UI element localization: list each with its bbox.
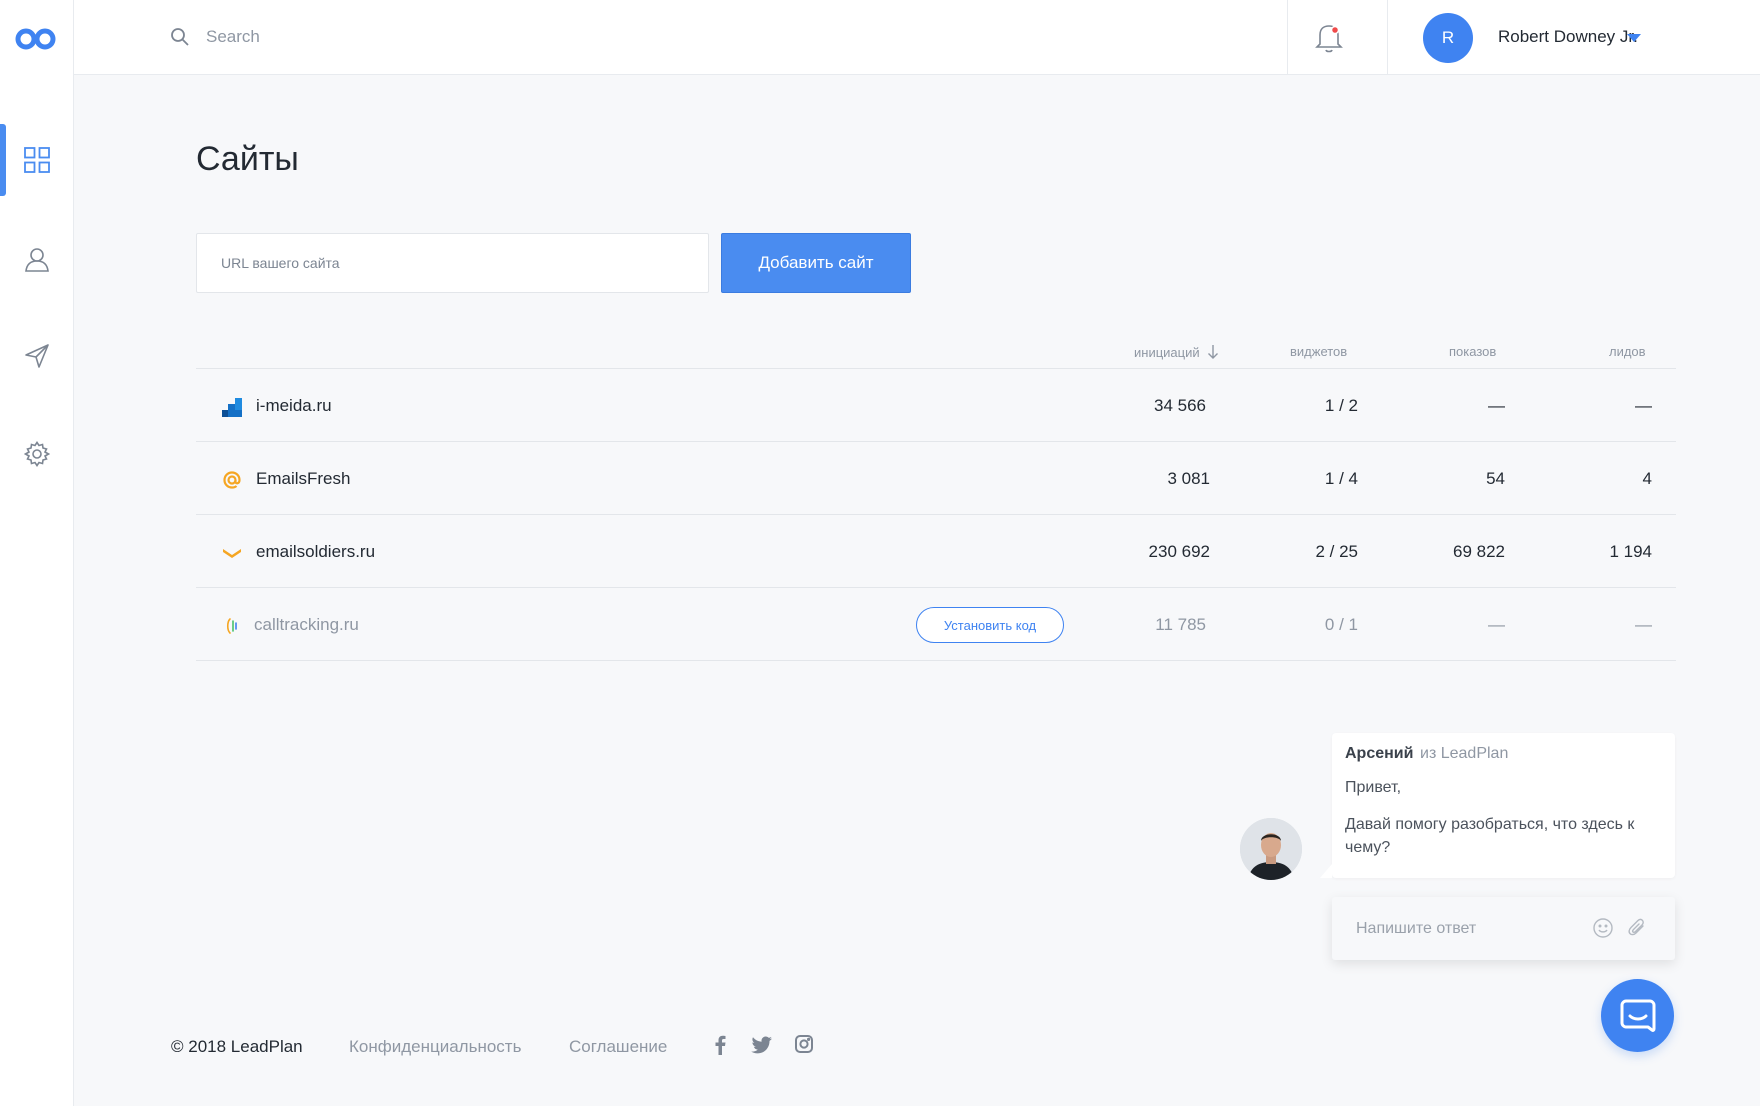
- leads-value: —: [1635, 615, 1652, 634]
- sidebar-item-users[interactable]: [0, 223, 74, 295]
- header-divider: [1287, 0, 1288, 75]
- chat-message-text: Давай помогу разобраться, что здесь к че…: [1345, 816, 1635, 856]
- shows-value: 69 822: [1453, 542, 1505, 561]
- shows-value: —: [1488, 396, 1505, 415]
- emoji-icon[interactable]: [1592, 917, 1614, 939]
- chat-launcher-button[interactable]: [1601, 979, 1674, 1052]
- chat-bubble-icon: [1620, 999, 1655, 1032]
- site-name[interactable]: EmailsFresh: [256, 469, 350, 489]
- column-label: инициаций: [1134, 345, 1200, 360]
- initiations-value: 3 081: [1167, 469, 1210, 488]
- site-name[interactable]: calltracking.ru: [254, 615, 359, 635]
- search-input[interactable]: [206, 20, 906, 54]
- widgets-value: 0 / 1: [1324, 615, 1358, 634]
- add-site-button[interactable]: Добавить сайт: [721, 233, 911, 293]
- column-header-initiations[interactable]: инициаций: [1134, 344, 1219, 360]
- shows-value: 54: [1486, 469, 1505, 488]
- site-name[interactable]: i-meida.ru: [256, 396, 332, 416]
- user-name[interactable]: Robert Downey Jr.: [1498, 27, 1638, 47]
- chat-reply-input[interactable]: [1356, 914, 1586, 944]
- initiations-value: 34 566: [1154, 396, 1206, 415]
- column-header-shows[interactable]: показов: [1449, 344, 1496, 359]
- top-header: R Robert Downey Jr.: [74, 0, 1760, 75]
- settings-gear-icon: [24, 441, 50, 467]
- footer-copyright: © 2018 LeadPlan: [171, 1037, 303, 1056]
- twitter-icon[interactable]: [751, 1035, 773, 1055]
- at-sign-logo-icon: [223, 471, 241, 489]
- initiations-value: 11 785: [1155, 615, 1206, 634]
- calltracking-logo-icon: [226, 618, 237, 634]
- site-name[interactable]: emailsoldiers.ru: [256, 542, 375, 562]
- chat-message-bubble: Арсений из LeadPlan Привет, Давай помогу…: [1320, 733, 1675, 878]
- column-header-leads[interactable]: лидов: [1609, 344, 1646, 359]
- shows-value: —: [1488, 615, 1505, 634]
- widgets-value: 1 / 4: [1324, 469, 1358, 488]
- chevron-down-icon[interactable]: [1627, 34, 1641, 42]
- table-row[interactable]: emailsoldiers.ru 230 692 2 / 25 69 822 1…: [196, 515, 1676, 588]
- leads-value: —: [1635, 396, 1652, 415]
- search-icon: [171, 28, 189, 46]
- table-row[interactable]: EmailsFresh 3 081 1 / 4 54 4: [196, 442, 1676, 515]
- notification-bell-icon[interactable]: [1314, 20, 1344, 54]
- sidebar-item-settings[interactable]: [0, 418, 74, 490]
- page-title: Сайты: [196, 140, 299, 178]
- widgets-value: 2 / 25: [1315, 542, 1358, 561]
- i-meida-logo-icon: [222, 398, 242, 417]
- support-agent-avatar: [1240, 818, 1302, 880]
- column-header-widgets[interactable]: виджетов: [1290, 344, 1347, 359]
- chat-reply-box: [1332, 897, 1675, 960]
- chat-author: Арсений: [1345, 745, 1414, 762]
- attachment-paperclip-icon[interactable]: [1626, 917, 1648, 939]
- sort-down-arrow-icon: [1208, 345, 1219, 359]
- chat-author-company: из LeadPlan: [1420, 745, 1509, 762]
- sidebar-item-campaigns[interactable]: [0, 320, 74, 392]
- table-row[interactable]: i-meida.ru 34 566 1 / 2 — —: [196, 369, 1676, 442]
- install-code-button[interactable]: Установить код: [916, 607, 1064, 643]
- user-icon: [25, 248, 49, 272]
- instagram-icon[interactable]: [795, 1035, 813, 1053]
- leads-value: 4: [1642, 469, 1652, 488]
- leadplan-logo[interactable]: [14, 24, 58, 52]
- footer-agreement-link[interactable]: Соглашение: [569, 1037, 667, 1057]
- chat-greeting: Привет,: [1345, 779, 1402, 796]
- sidebar: [0, 0, 74, 1106]
- chevron-logo-icon: [223, 549, 241, 558]
- sidebar-item-sites[interactable]: [0, 124, 74, 196]
- leads-value: 1 194: [1609, 542, 1652, 561]
- send-icon: [25, 344, 49, 368]
- initiations-value: 230 692: [1148, 542, 1210, 561]
- dashboard-grid-icon: [24, 147, 50, 173]
- facebook-icon[interactable]: [713, 1035, 727, 1055]
- header-divider: [1387, 0, 1388, 75]
- site-url-input[interactable]: [196, 233, 709, 293]
- widgets-value: 1 / 2: [1324, 396, 1358, 415]
- footer-privacy-link[interactable]: Конфиденциальность: [349, 1037, 521, 1057]
- user-avatar[interactable]: R: [1423, 13, 1473, 63]
- table-row[interactable]: calltracking.ru Установить код 11 785 0 …: [196, 588, 1676, 661]
